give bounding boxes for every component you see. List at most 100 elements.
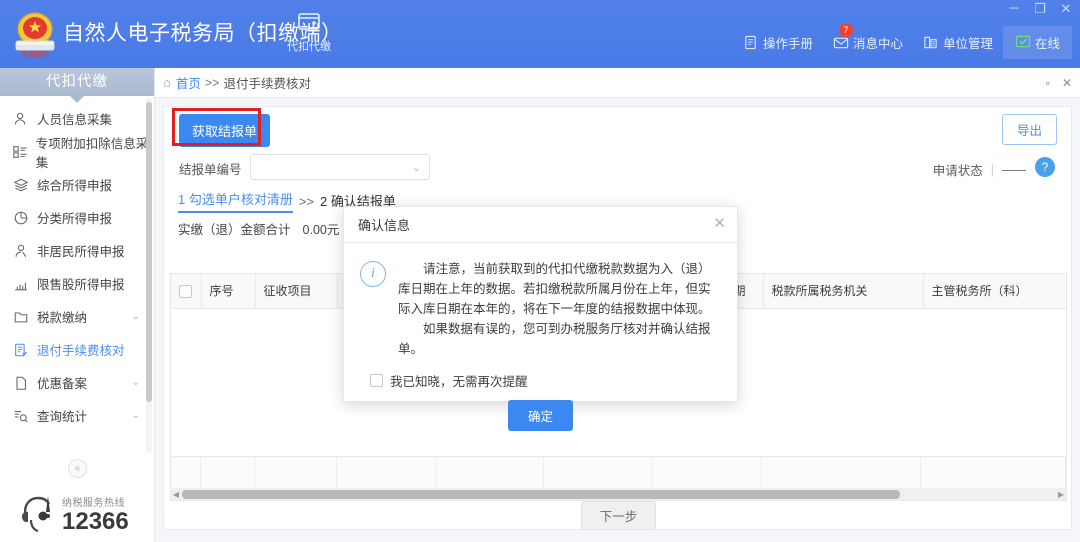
application-status: 申请状态 | ——: [933, 160, 1025, 179]
tab-maximize-icon[interactable]: ▫: [1046, 76, 1050, 90]
dialog-header: 确认信息 ✕: [344, 207, 737, 243]
select-all-checkbox-header: [171, 274, 201, 308]
home-icon[interactable]: ⌂: [163, 75, 171, 90]
table-column-header: 征收项目: [255, 274, 337, 308]
dialog-title: 确认信息: [358, 215, 410, 234]
sidebar-item-label: 限售股所得申报: [37, 274, 125, 293]
pie-icon: [10, 209, 32, 227]
building-icon: [923, 35, 938, 50]
tab-step-1[interactable]: 1 勾选单户核对清册: [178, 189, 293, 213]
window-controls: － ❐ ✕: [1006, 2, 1074, 16]
service-hotline: 纳税服务热线 12366: [0, 492, 155, 536]
get-statement-button[interactable]: 获取结报单: [179, 114, 270, 147]
sidebar-collapse-button[interactable]: «: [0, 453, 155, 483]
header-action-unit-management[interactable]: 单位管理: [913, 27, 1003, 58]
table-footer-row: [171, 456, 1066, 488]
dialog-paragraph-1: 请注意，当前获取到的代扣代缴税款数据为入（退）库日期在上年的数据。若扣缴税款所属…: [398, 259, 719, 319]
user-icon: [10, 242, 32, 260]
hotline-caption: 纳税服务热线: [62, 494, 129, 509]
sidebar-item-fenleishedeshenbao[interactable]: 分类所得申报: [0, 201, 154, 234]
horizontal-scrollbar[interactable]: ◀ ▶: [171, 488, 1066, 500]
chevron-down-icon: ⌄: [132, 311, 140, 322]
sidebar: 代扣代缴 人员信息采集 专项附加扣除信息采集 综合所得申报: [0, 68, 155, 542]
chevron-down-icon: ⌄: [412, 161, 421, 174]
sidebar-item-xianshougushedeshenbao[interactable]: 限售股所得申报: [0, 267, 154, 300]
title-bar: 中国税务 自然人电子税务局（扣缴端） 代扣代缴 － ❐ ✕: [0, 0, 1080, 68]
filter-row: 结报单编号 ⌄ 申请状态 | —— ?: [164, 151, 1071, 187]
header-action-label: 在线: [1035, 33, 1060, 52]
help-icon[interactable]: ?: [1035, 157, 1055, 177]
breadcrumb-current: 退付手续费核对: [223, 73, 311, 92]
chevron-down-icon: ⌄: [132, 410, 140, 421]
sidebar-item-chaxuntongji[interactable]: 查询统计 ⌄: [0, 399, 154, 432]
person-add-icon: [10, 110, 32, 128]
sidebar-item-label: 人员信息采集: [37, 109, 112, 128]
dialog-footer: 确定: [344, 400, 737, 431]
dialog-message: 请注意，当前获取到的代扣代缴税款数据为入（退）库日期在上年的数据。若扣缴税款所属…: [398, 259, 719, 359]
collapse-icon: «: [68, 459, 87, 478]
scroll-right-arrow[interactable]: ▶: [1056, 490, 1066, 499]
sidebar-item-label: 查询统计: [37, 406, 87, 425]
module-tab-daikoudaijiao[interactable]: 代扣代缴: [279, 6, 339, 54]
sidebar-item-label: 税款缴纳: [37, 307, 87, 326]
sidebar-scrollbar[interactable]: [146, 98, 152, 453]
national-emblem-logo: 中国税务: [12, 9, 58, 59]
sidebar-item-label: 优惠备案: [37, 373, 87, 392]
table-column-header: 主管税务所（科）: [923, 274, 1067, 308]
status-value: ——: [1002, 163, 1025, 177]
close-button[interactable]: ✕: [1058, 2, 1074, 16]
statement-no-select[interactable]: ⌄: [250, 154, 430, 180]
dialog-close-icon[interactable]: ✕: [713, 216, 726, 232]
breadcrumb-separator: >>: [205, 76, 220, 90]
sidebar-item-youhuibeian[interactable]: 优惠备案 ⌄: [0, 366, 154, 399]
export-button[interactable]: 导出: [1002, 114, 1057, 145]
table-column-header: 税款所属税务机关: [763, 274, 923, 308]
message-badge: 7: [839, 23, 853, 37]
sidebar-title: 代扣代缴: [0, 68, 154, 96]
status-divider: |: [991, 163, 994, 177]
search-list-icon: [10, 407, 32, 425]
restore-button[interactable]: ❐: [1032, 2, 1048, 16]
chart-bar-icon: [10, 275, 32, 293]
mail-icon: [833, 35, 848, 50]
scroll-track[interactable]: [181, 490, 1056, 499]
dont-remind-label: 我已知晓，无需再次提醒: [390, 371, 528, 390]
select-all-checkbox[interactable]: [179, 285, 192, 298]
dont-remind-checkbox[interactable]: [370, 374, 383, 387]
scroll-thumb[interactable]: [182, 490, 900, 499]
sidebar-item-zongheshedeshenbao[interactable]: 综合所得申报: [0, 168, 154, 201]
receipt-icon: [10, 341, 32, 359]
header-action-online-status[interactable]: 在线: [1003, 26, 1072, 59]
sidebar-item-feijuminshedeshenbao[interactable]: 非居民所得申报: [0, 234, 154, 267]
summary-label: 实缴（退）金额合计: [178, 219, 291, 238]
confirm-button[interactable]: 确定: [508, 400, 573, 431]
confirm-info-dialog: 确认信息 ✕ i 请注意，当前获取到的代扣代缴税款数据为入（退）库日期在上年的数…: [343, 206, 738, 402]
header-action-manual[interactable]: 操作手册: [733, 27, 823, 58]
footer-actions: 下一步: [164, 501, 1073, 529]
sidebar-item-tuifushouxufeihedui[interactable]: 退付手续费核对: [0, 333, 154, 366]
header-action-label: 单位管理: [943, 33, 993, 52]
header-actions: 操作手册 7 消息中心: [733, 26, 1072, 59]
minimize-button[interactable]: －: [1006, 2, 1022, 16]
sidebar-item-shuikuanjiaona[interactable]: 税款缴纳 ⌄: [0, 300, 154, 333]
wallet-icon: [279, 6, 339, 36]
statement-no-label: 结报单编号: [179, 159, 242, 178]
sidebar-item-label: 综合所得申报: [37, 175, 112, 194]
online-icon: [1015, 35, 1030, 50]
next-step-button[interactable]: 下一步: [581, 501, 657, 530]
hotline-number: 12366: [62, 509, 129, 535]
sidebar-item-renyuanxinxicaiji[interactable]: 人员信息采集: [0, 102, 154, 135]
tab-close-icon[interactable]: ✕: [1062, 76, 1072, 90]
breadcrumb-home-link[interactable]: 首页: [176, 73, 201, 92]
scroll-left-arrow[interactable]: ◀: [171, 490, 181, 499]
sidebar-item-label: 分类所得申报: [37, 208, 112, 227]
sidebar-item-label: 非居民所得申报: [37, 241, 125, 260]
dialog-paragraph-2: 如果数据有误的，您可到办税服务厅核对并确认结报单。: [398, 319, 719, 359]
sidebar-item-label: 专项附加扣除信息采集: [36, 133, 154, 171]
dont-remind-checkbox-row[interactable]: 我已知晓，无需再次提醒: [370, 371, 737, 390]
sidebar-item-zhuanxiangfujiakouchu[interactable]: 专项附加扣除信息采集: [0, 135, 154, 168]
step-separator: >>: [299, 194, 314, 213]
file-icon: [10, 374, 32, 392]
dialog-body: i 请注意，当前获取到的代扣代缴税款数据为入（退）库日期在上年的数据。若扣缴税款…: [344, 243, 737, 359]
header-action-messages[interactable]: 7 消息中心: [823, 27, 913, 58]
